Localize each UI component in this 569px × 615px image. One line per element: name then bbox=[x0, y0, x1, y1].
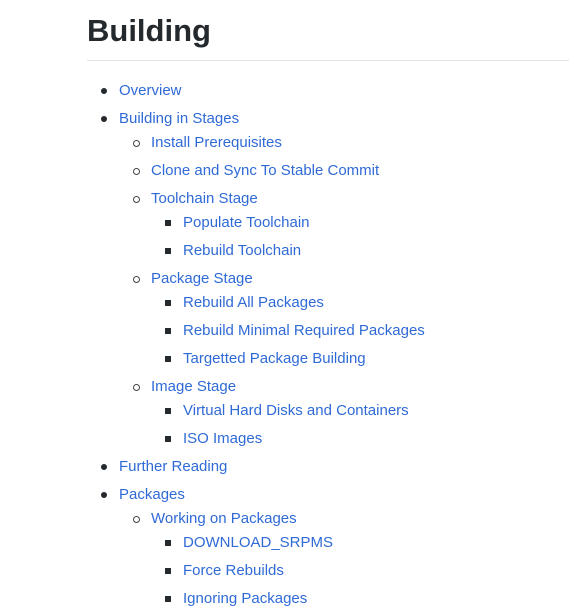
toc-sublist: DOWNLOAD_SRPMS Force Rebuilds Ignoring P… bbox=[151, 531, 569, 611]
toc-sublist: Populate Toolchain Rebuild Toolchain bbox=[151, 211, 569, 263]
toc-item-iso-images: ISO Images bbox=[151, 427, 569, 451]
toc-link-overview[interactable]: Overview bbox=[119, 79, 569, 103]
toc-item-packages: Packages Working on Packages DOWNLOAD_SR… bbox=[87, 483, 569, 611]
toc-item-clone-and-sync: Clone and Sync To Stable Commit bbox=[119, 159, 569, 183]
toc-item-building-in-stages: Building in Stages Install Prerequisites… bbox=[87, 107, 569, 451]
page-title: Building bbox=[87, 0, 569, 61]
toc-link-rebuild-all-packages[interactable]: Rebuild All Packages bbox=[183, 291, 569, 315]
disc-bullet-icon bbox=[101, 464, 107, 470]
toc-item-overview: Overview bbox=[87, 79, 569, 103]
toc-item-download-srpms: DOWNLOAD_SRPMS bbox=[151, 531, 569, 555]
toc-item-rebuild-toolchain: Rebuild Toolchain bbox=[151, 239, 569, 263]
toc-sublist: Working on Packages DOWNLOAD_SRPMS Force… bbox=[119, 507, 569, 611]
toc-item-rebuild-all-packages: Rebuild All Packages bbox=[151, 291, 569, 315]
square-bullet-icon bbox=[165, 328, 171, 334]
toc-item-image-stage: Image Stage Virtual Hard Disks and Conta… bbox=[119, 375, 569, 451]
toc-item-vhd-containers: Virtual Hard Disks and Containers bbox=[151, 399, 569, 423]
toc-link-packages[interactable]: Packages bbox=[119, 483, 569, 507]
toc-link-rebuild-toolchain[interactable]: Rebuild Toolchain bbox=[183, 239, 569, 263]
disc-bullet-icon bbox=[101, 116, 107, 122]
toc-item-ignoring-packages: Ignoring Packages bbox=[151, 587, 569, 611]
toc-item-force-rebuilds: Force Rebuilds bbox=[151, 559, 569, 583]
square-bullet-icon bbox=[165, 300, 171, 306]
toc-link-force-rebuilds[interactable]: Force Rebuilds bbox=[183, 559, 569, 583]
toc-sublist: Rebuild All Packages Rebuild Minimal Req… bbox=[151, 291, 569, 371]
toc-sublist: Install Prerequisites Clone and Sync To … bbox=[119, 131, 569, 451]
toc-item-working-on-packages: Working on Packages DOWNLOAD_SRPMS Force… bbox=[119, 507, 569, 611]
circle-bullet-icon bbox=[133, 196, 140, 203]
toc-link-install-prerequisites[interactable]: Install Prerequisites bbox=[151, 131, 569, 155]
document-body: Building Overview Building in Stages Ins… bbox=[87, 0, 569, 615]
toc-link-populate-toolchain[interactable]: Populate Toolchain bbox=[183, 211, 569, 235]
toc-link-working-on-packages[interactable]: Working on Packages bbox=[151, 507, 569, 531]
square-bullet-icon bbox=[165, 596, 171, 602]
square-bullet-icon bbox=[165, 248, 171, 254]
square-bullet-icon bbox=[165, 356, 171, 362]
toc-link-rebuild-minimal[interactable]: Rebuild Minimal Required Packages bbox=[183, 319, 569, 343]
toc-link-toolchain-stage[interactable]: Toolchain Stage bbox=[151, 187, 569, 211]
toc-item-install-prerequisites: Install Prerequisites bbox=[119, 131, 569, 155]
toc-item-targetted-package-building: Targetted Package Building bbox=[151, 347, 569, 371]
toc-item-further-reading: Further Reading bbox=[87, 455, 569, 479]
toc-item-package-stage: Package Stage Rebuild All Packages Rebui… bbox=[119, 267, 569, 371]
toc-item-populate-toolchain: Populate Toolchain bbox=[151, 211, 569, 235]
toc-item-toolchain-stage: Toolchain Stage Populate Toolchain Rebui… bbox=[119, 187, 569, 263]
circle-bullet-icon bbox=[133, 168, 140, 175]
table-of-contents: Overview Building in Stages Install Prer… bbox=[87, 79, 569, 611]
toc-item-rebuild-minimal: Rebuild Minimal Required Packages bbox=[151, 319, 569, 343]
circle-bullet-icon bbox=[133, 516, 140, 523]
toc-link-package-stage[interactable]: Package Stage bbox=[151, 267, 569, 291]
square-bullet-icon bbox=[165, 408, 171, 414]
toc-sublist: Virtual Hard Disks and Containers ISO Im… bbox=[151, 399, 569, 451]
circle-bullet-icon bbox=[133, 276, 140, 283]
disc-bullet-icon bbox=[101, 492, 107, 498]
square-bullet-icon bbox=[165, 540, 171, 546]
toc-link-targetted-package-building[interactable]: Targetted Package Building bbox=[183, 347, 569, 371]
toc-link-vhd-containers[interactable]: Virtual Hard Disks and Containers bbox=[183, 399, 569, 423]
toc-link-clone-and-sync[interactable]: Clone and Sync To Stable Commit bbox=[151, 159, 569, 183]
toc-link-ignoring-packages[interactable]: Ignoring Packages bbox=[183, 587, 569, 611]
toc-link-download-srpms[interactable]: DOWNLOAD_SRPMS bbox=[183, 531, 569, 555]
square-bullet-icon bbox=[165, 568, 171, 574]
circle-bullet-icon bbox=[133, 140, 140, 147]
toc-link-building-in-stages[interactable]: Building in Stages bbox=[119, 107, 569, 131]
disc-bullet-icon bbox=[101, 88, 107, 94]
circle-bullet-icon bbox=[133, 384, 140, 391]
square-bullet-icon bbox=[165, 436, 171, 442]
toc-link-iso-images[interactable]: ISO Images bbox=[183, 427, 569, 451]
toc-link-further-reading[interactable]: Further Reading bbox=[119, 455, 569, 479]
square-bullet-icon bbox=[165, 220, 171, 226]
toc-link-image-stage[interactable]: Image Stage bbox=[151, 375, 569, 399]
